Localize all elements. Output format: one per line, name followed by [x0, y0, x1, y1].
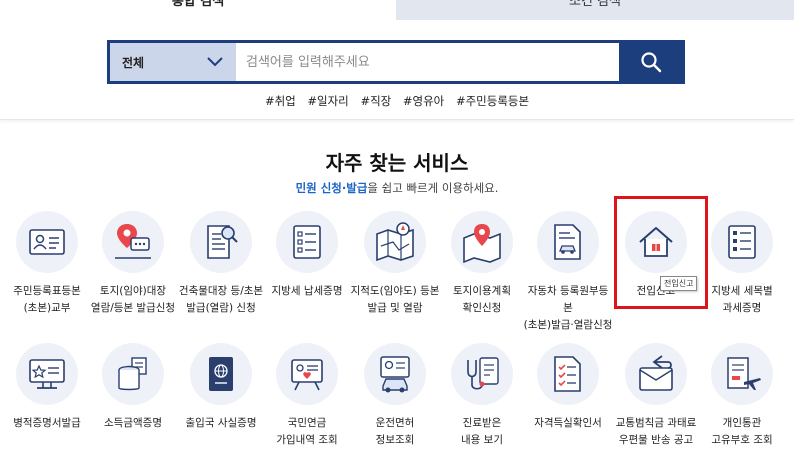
service-icon-circle [364, 343, 426, 405]
service-traffic-fine-notice[interactable]: 교통범칙금 과태료 우편물 반송 공고 [611, 343, 701, 449]
service-income-certificate[interactable]: 소득금액증명 [88, 343, 178, 432]
service-label: 건축물대장 등/초본 발급(열람) 신청 [178, 285, 264, 314]
return-mail-icon [639, 355, 673, 391]
service-medical-records[interactable]: 진료받은 내용 보기 [437, 343, 527, 449]
hashtag-link[interactable]: #주민등록등본 [456, 94, 529, 108]
chevron-down-icon [207, 57, 223, 67]
service-label: 주민등록표등본 (초본)교부 [13, 285, 81, 314]
service-icon-circle [537, 211, 599, 273]
service-label: 병적증명서발급 [13, 417, 81, 429]
search-category-select[interactable]: 전체 [110, 43, 236, 81]
service-icon-circle [451, 343, 513, 405]
passport-icon [209, 357, 233, 391]
car-document-icon [554, 224, 581, 260]
document-search-icon [207, 225, 238, 259]
service-icon-circle [190, 211, 252, 273]
service-label: 교통범칙금 과태료 우편물 반송 공고 [615, 417, 697, 446]
service-land-use-plan[interactable]: 토지이용계획 확인신청 [437, 211, 527, 317]
service-label: 지방세 납세증명 [271, 285, 343, 297]
service-icon-circle [711, 343, 773, 405]
pension-board-icon [291, 359, 323, 391]
tab-integrated-label: 통합 검색 [171, 0, 225, 9]
service-icon-circle [625, 343, 687, 405]
service-building-register[interactable]: 건축물대장 등/초본 발급(열람) 신청 [176, 211, 266, 317]
service-icon-circle [102, 343, 164, 405]
search-tabs: 통합 검색 조건 검색 [0, 0, 794, 20]
service-resident-registration[interactable]: 주민등록표등본 (초본)교부 [2, 211, 92, 317]
map-compass-icon [376, 222, 414, 262]
service-label: 운전면허 정보조회 [375, 417, 415, 446]
service-label: 출입국 사실증명 [185, 417, 257, 429]
service-label: 국민연금 가입내역 조회 [276, 417, 338, 446]
service-icon-circle [276, 343, 338, 405]
hashtag-list: #취업 #일자리 #직장 #영유아 #주민등록등본 [0, 93, 794, 109]
service-land-register[interactable]: 토지(임야)대장 열람/등본 발급신청 [88, 211, 178, 317]
service-icon-circle [451, 211, 513, 273]
airplane-ticket-icon [727, 357, 761, 390]
hashtag-link[interactable]: #일자리 [307, 94, 348, 108]
service-driver-license[interactable]: 운전면허 정보조회 [350, 343, 440, 449]
service-icon-circle [16, 211, 78, 273]
search-button[interactable] [619, 43, 682, 81]
search-area: 전체 #취업 #일자리 #직장 #영유아 #주민등록등본 [0, 20, 794, 120]
service-vehicle-register[interactable]: 자동차 등록원부등본 (초본)발급·열람신청 [523, 211, 613, 334]
service-customs-code[interactable]: 개인통관 고유부호 조회 [697, 343, 787, 449]
tab-conditional-label: 조건 검색 [569, 0, 621, 9]
search-box: 전체 [107, 40, 685, 84]
service-immigration-certificate[interactable]: 출입국 사실증명 [176, 343, 266, 432]
search-category-value: 전체 [122, 55, 145, 70]
service-local-tax-certificate[interactable]: 지방세 납세증명 [262, 211, 352, 300]
service-icon-circle [537, 343, 599, 405]
coin-stack-icon [118, 357, 147, 391]
service-icon-circle [102, 211, 164, 273]
tax-list-icon [728, 225, 756, 259]
subtitle-highlight: 민원 신청·발급 [295, 181, 368, 195]
service-cadastral-map[interactable]: 지적도(임야도) 등본 발급 및 열람 [350, 211, 440, 317]
service-national-pension[interactable]: 국민연금 가입내역 조회 [262, 343, 352, 449]
highlight-box [614, 196, 708, 309]
hashtag-link[interactable]: #직장 [360, 94, 391, 108]
hashtag-link[interactable]: #취업 [265, 94, 296, 108]
service-icon-circle [364, 211, 426, 273]
map-pin-icon [463, 224, 501, 264]
service-label: 자동차 등록원부등본 (초본)발급·열람신청 [523, 285, 613, 331]
service-label: 소득금액증명 [104, 417, 162, 429]
service-label: 개인통관 고유부호 조회 [711, 417, 773, 446]
service-label: 지방세 세목별 과세증명 [711, 285, 773, 314]
service-icon-circle [190, 343, 252, 405]
check-document-icon [554, 356, 581, 392]
section-title: 자주 찾는 서비스 [325, 151, 469, 175]
service-military-certificate[interactable]: 병적증명서발급 [2, 343, 92, 432]
service-tax-item-certificate[interactable]: 지방세 세목별 과세증명 [697, 211, 787, 317]
hashtag-link[interactable]: #영유아 [403, 94, 444, 108]
search-icon [640, 52, 661, 73]
service-icon-circle [16, 343, 78, 405]
subtitle-text: 을 쉽고 빠르게 이용하세요. [367, 181, 499, 195]
tooltip: 전입신고 [660, 276, 698, 291]
search-input[interactable] [236, 43, 619, 81]
monitor-star-icon [29, 359, 65, 389]
service-label: 진료받은 내용 보기 [461, 417, 503, 446]
service-label: 자격득실확인서 [534, 417, 602, 429]
section-subtitle: 민원 신청·발급을 쉽고 빠르게 이용하세요. [0, 180, 794, 196]
service-label: 지적도(임야도) 등본 발급 및 열람 [350, 285, 440, 314]
service-label: 토지이용계획 확인신청 [453, 285, 511, 314]
tab-integrated-search[interactable]: 통합 검색 [0, 0, 396, 20]
service-icon-circle [711, 211, 773, 273]
license-car-icon [380, 356, 410, 393]
id-card-icon [29, 229, 65, 255]
service-icon-circle [276, 211, 338, 273]
checklist-icon [293, 225, 321, 259]
map-pin-chat-icon [115, 224, 151, 259]
stethoscope-icon [467, 357, 499, 390]
tab-conditional-search[interactable]: 조건 검색 [396, 0, 794, 20]
service-label: 토지(임야)대장 열람/등본 발급신청 [90, 285, 176, 314]
service-qualification-check[interactable]: 자격득실확인서 [523, 343, 613, 432]
